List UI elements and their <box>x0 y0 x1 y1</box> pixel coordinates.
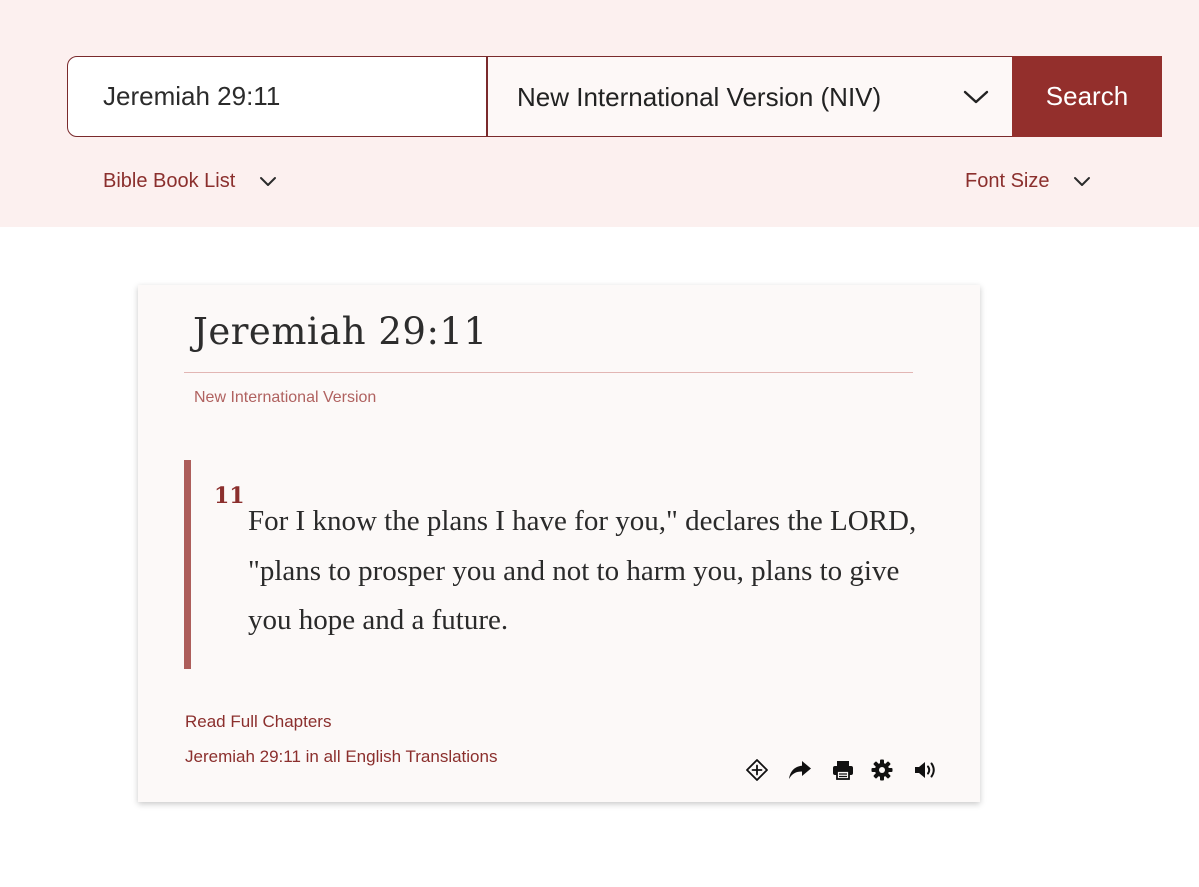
font-size-dropdown[interactable]: Font Size <box>965 166 1091 196</box>
version-select-value: New International Version (NIV) <box>517 82 882 112</box>
passage-title: Jeremiah 29:11 <box>193 310 488 353</box>
chevron-down-icon <box>1074 177 1091 186</box>
passage-version: New International Version <box>194 389 377 406</box>
all-translations-link[interactable]: Jeremiah 29:11 in all English Translatio… <box>185 747 497 767</box>
version-select[interactable]: New International Version (NIV) <box>486 56 1012 137</box>
read-full-chapters-link[interactable]: Read Full Chapters <box>185 712 331 732</box>
passage-search-input[interactable] <box>67 56 487 137</box>
chevron-down-icon <box>260 177 277 186</box>
bible-book-list-label: Bible Book List <box>103 169 236 192</box>
bible-book-list-dropdown[interactable]: Bible Book List <box>103 166 277 196</box>
print-icon[interactable] <box>830 757 856 783</box>
passage-card: Jeremiah 29:11 New International Version… <box>138 285 980 802</box>
verse-number: 11 <box>214 483 245 509</box>
verse-text: For I know the plans I have for you," de… <box>248 505 917 636</box>
add-plus-icon[interactable] <box>744 757 770 783</box>
font-size-label: Font Size <box>965 169 1050 192</box>
verse-accent-bar <box>184 460 191 669</box>
title-divider <box>184 372 913 373</box>
speaker-audio-icon[interactable] <box>913 757 939 783</box>
settings-gear-icon[interactable] <box>869 757 895 783</box>
share-icon[interactable] <box>787 757 813 783</box>
search-button[interactable]: Search <box>1012 56 1162 137</box>
chevron-down-icon <box>963 90 989 104</box>
